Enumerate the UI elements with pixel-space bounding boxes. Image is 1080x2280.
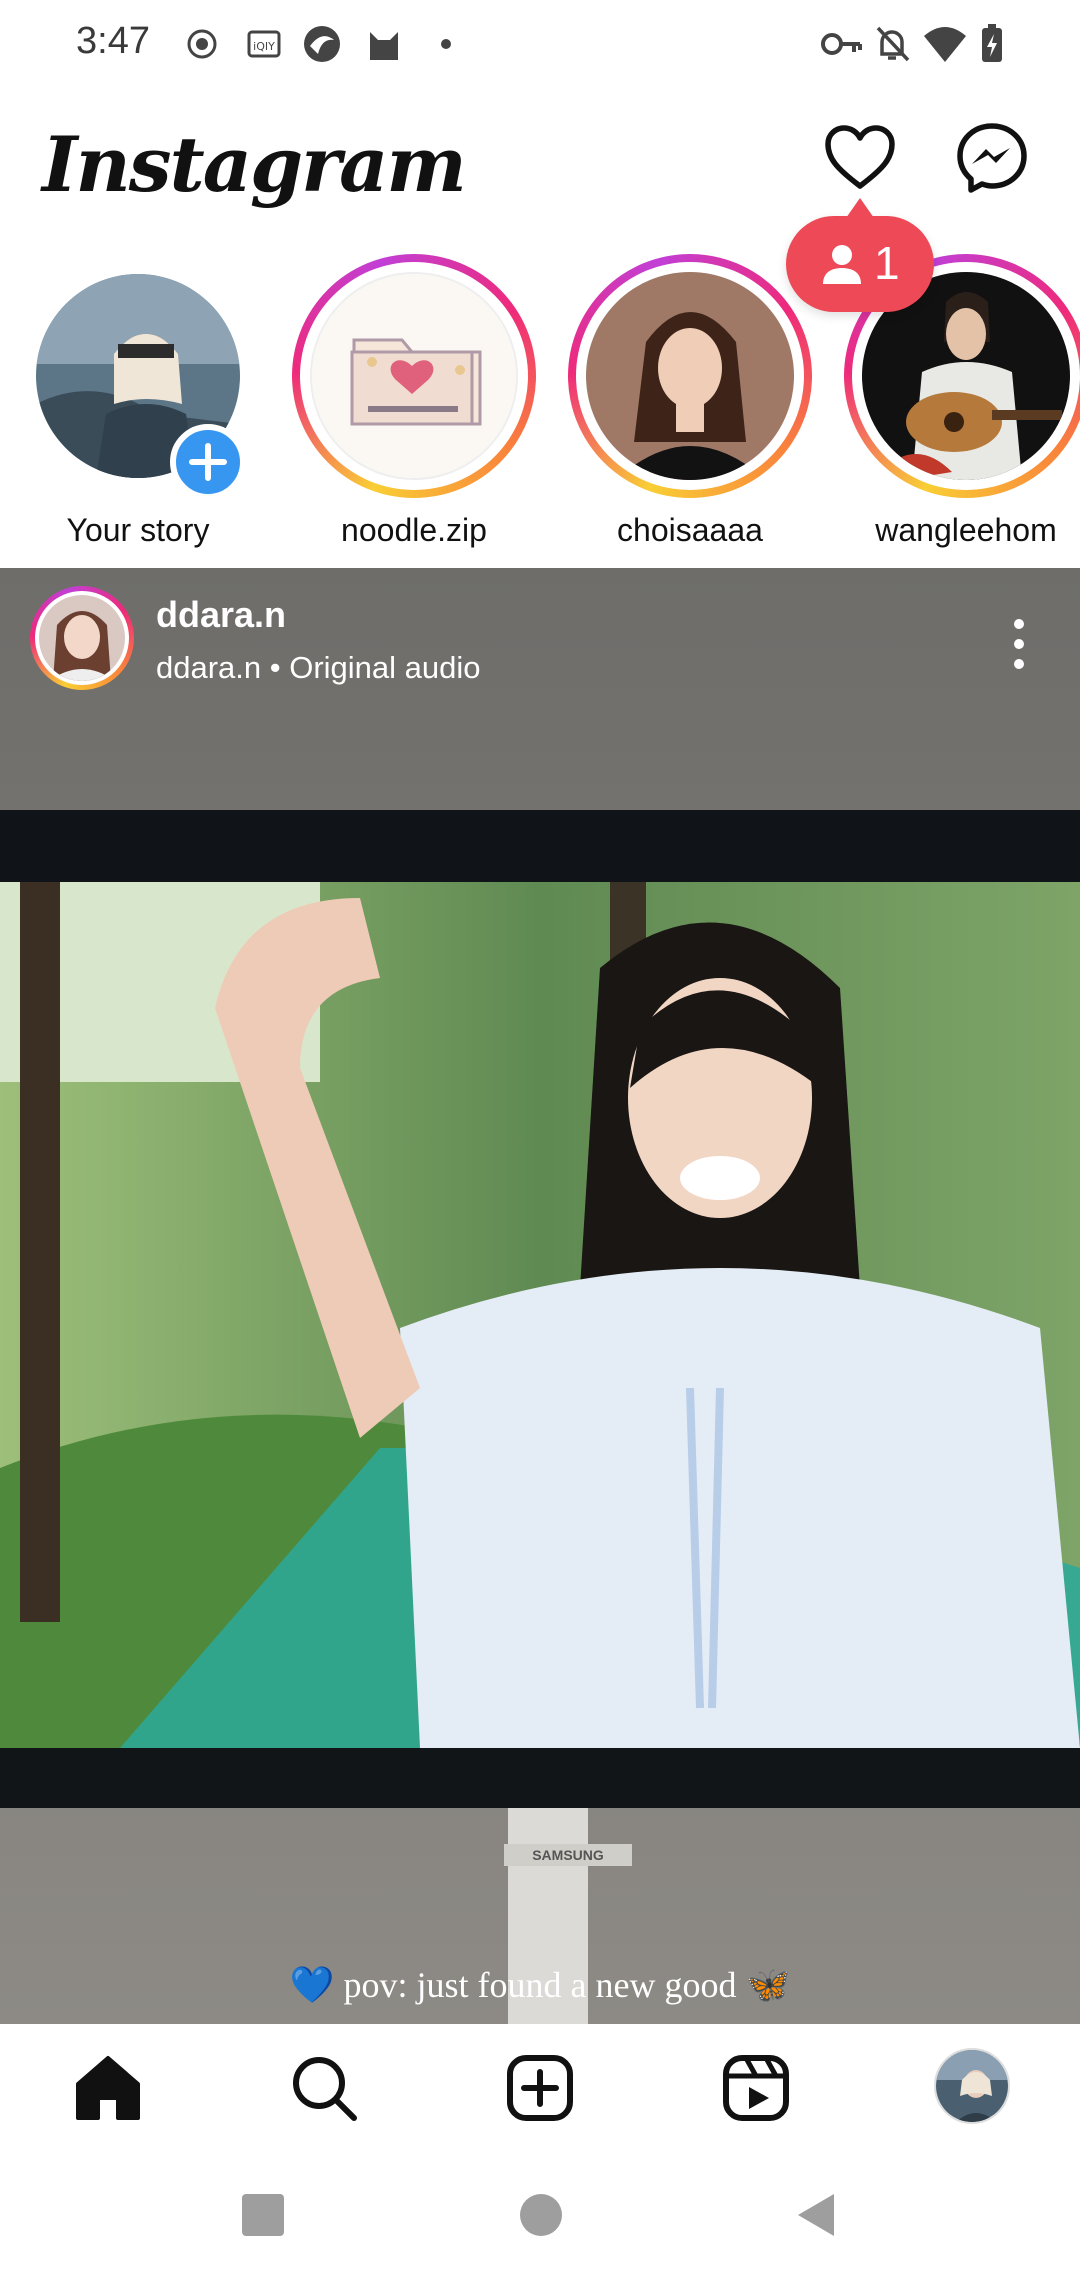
story-avatar bbox=[586, 272, 794, 480]
key-icon bbox=[821, 33, 862, 55]
create-icon[interactable] bbox=[504, 2052, 576, 2124]
post-avatar-button[interactable] bbox=[30, 586, 134, 690]
story-choisaaaa[interactable]: choisaaaa bbox=[552, 254, 828, 554]
activity-notification-pill[interactable]: 1 bbox=[786, 198, 934, 312]
record-icon bbox=[187, 29, 217, 59]
app-header: Instagram bbox=[0, 86, 1080, 236]
more-options-icon[interactable] bbox=[1004, 614, 1034, 674]
post-avatar bbox=[39, 595, 125, 681]
story-label: noodle.zip bbox=[341, 512, 487, 548]
plus-icon bbox=[189, 443, 227, 481]
post-video[interactable]: SAMSUNG bbox=[0, 568, 1080, 2024]
home-icon[interactable] bbox=[72, 2052, 144, 2124]
cat-icon bbox=[370, 32, 398, 60]
story-noodle-zip[interactable]: noodle.zip bbox=[276, 254, 552, 554]
home-system-icon[interactable] bbox=[516, 2190, 566, 2240]
heart-icon[interactable] bbox=[822, 120, 898, 196]
reels-icon[interactable] bbox=[720, 2052, 792, 2124]
iqiyi-icon: iQIY bbox=[247, 30, 281, 58]
reel-post[interactable]: SAMSUNG ddara.n ddara.n • Original audio… bbox=[0, 568, 1080, 2024]
search-icon[interactable] bbox=[288, 2052, 360, 2124]
post-audio-link[interactable]: ddara.n • Original audio bbox=[156, 650, 481, 686]
wifi-icon bbox=[924, 27, 966, 62]
back-icon[interactable] bbox=[792, 2190, 842, 2240]
person-icon bbox=[823, 245, 861, 284]
story-label: wangleehom bbox=[875, 512, 1057, 548]
status-bar: 3:47 iQIY bbox=[0, 0, 1080, 86]
post-caption: 💙 pov: just found a new good 🦋 bbox=[289, 1965, 791, 2005]
dot-icon bbox=[441, 39, 451, 49]
story-avatar bbox=[310, 272, 518, 480]
bottom-navigation bbox=[0, 2024, 1080, 2150]
monitor-brand: SAMSUNG bbox=[532, 1847, 604, 1863]
story-label: Your story bbox=[66, 512, 210, 548]
svg-text:iQIY: iQIY bbox=[253, 40, 275, 53]
battery-charging-icon bbox=[982, 24, 1002, 62]
status-time: 3:47 bbox=[76, 20, 150, 62]
instagram-logo[interactable]: Instagram bbox=[42, 120, 467, 209]
story-label: choisaaaa bbox=[617, 512, 763, 548]
bell-off-icon bbox=[876, 26, 910, 62]
add-story-button[interactable] bbox=[170, 424, 246, 500]
app-icon bbox=[304, 26, 340, 62]
post-header: ddara.n ddara.n • Original audio bbox=[0, 568, 1080, 718]
story-your-story[interactable]: Your story bbox=[0, 254, 276, 554]
post-username[interactable]: ddara.n bbox=[156, 594, 286, 636]
recents-icon[interactable] bbox=[238, 2190, 288, 2240]
messenger-icon[interactable] bbox=[954, 120, 1030, 196]
notification-count: 1 bbox=[874, 237, 900, 289]
system-navigation-bar bbox=[0, 2150, 1080, 2280]
profile-avatar[interactable] bbox=[934, 2048, 1010, 2124]
